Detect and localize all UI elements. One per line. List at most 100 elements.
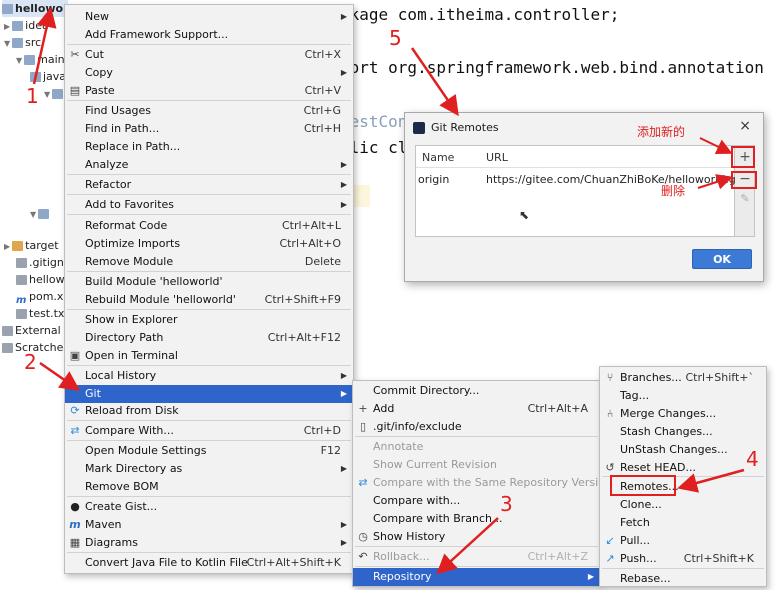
menu-item-add-to-favorites[interactable]: Add to Favorites ▶: [65, 196, 353, 214]
menu-item-copy[interactable]: Copy ▶: [65, 64, 353, 82]
menu-item-remove-bom[interactable]: Remove BOM: [65, 478, 353, 496]
menu-item-rollback[interactable]: ↶ Rollback... Ctrl+Alt+Z: [353, 548, 600, 566]
git-remotes-dialog: Git Remotes × Name URL origin https://gi…: [404, 112, 764, 282]
annotation-add-new: 添加新的: [637, 125, 686, 139]
menu-item-label: Show Current Revision: [373, 458, 497, 471]
menu-item-compare-with-branch[interactable]: Compare with Branch...: [353, 510, 600, 528]
menu-item-label: Compare with...: [373, 494, 461, 507]
menu-separator: [67, 100, 351, 101]
menu-item-convert-java-file-to-kotlin-file[interactable]: Convert Java File to Kotlin File Ctrl+Alt…: [65, 554, 353, 572]
menu-item-rebase[interactable]: Rebase...: [600, 570, 766, 588]
menu-item-paste[interactable]: ▤ Paste Ctrl+V: [65, 82, 353, 100]
menu-separator: [355, 566, 598, 567]
menu-item-show-history[interactable]: ◷ Show History: [353, 528, 600, 546]
menu-item-shortcut: Ctrl+Shift+F9: [264, 293, 341, 306]
menu-item-merge-changes[interactable]: ⑃ Merge Changes...: [600, 405, 766, 423]
menu-item-open-in-terminal[interactable]: ▣ Open in Terminal: [65, 347, 353, 365]
menu-item-directory-path[interactable]: Directory Path Ctrl+Alt+F12: [65, 329, 353, 347]
menu-item-show-in-explorer[interactable]: Show in Explorer: [65, 311, 353, 329]
menu-item-label: Build Module 'helloworld': [85, 275, 223, 288]
menu-item-label: UnStash Changes...: [620, 443, 728, 456]
menu-item-new[interactable]: New ▶: [65, 8, 353, 26]
menu-item-refactor[interactable]: Refactor ▶: [65, 176, 353, 194]
reload-icon: ⟳: [70, 404, 80, 417]
menu-item-commit-directory[interactable]: Commit Directory...: [353, 382, 600, 400]
menu-item-branches[interactable]: ⑂ Branches... Ctrl+Shift+`: [600, 369, 766, 387]
menu-item-find-in-path[interactable]: Find in Path... Ctrl+H: [65, 120, 353, 138]
menu-item-pull[interactable]: ↙ Pull...: [600, 532, 766, 550]
menu-item-push[interactable]: ↗ Push... Ctrl+Shift+K: [600, 550, 766, 568]
tree-item-java[interactable]: java: [30, 68, 66, 85]
menu-item-open-module-settings[interactable]: Open Module Settings F12: [65, 442, 353, 460]
menu-item-maven[interactable]: m Maven ▶: [65, 516, 353, 534]
clock-icon: ◷: [358, 530, 368, 543]
menu-item-label: Commit Directory...: [373, 384, 480, 397]
folder-icon: [12, 38, 24, 48]
menu-item-stash-changes[interactable]: Stash Changes...: [600, 423, 766, 441]
submenu-arrow-icon: ▶: [340, 68, 347, 77]
tree-root[interactable]: helloworld: [2, 0, 80, 17]
git-submenu: Commit Directory... + Add Ctrl+Alt+A ▯ .git/i…: [352, 380, 612, 587]
tree-item-package[interactable]: ▼: [44, 85, 65, 102]
branch-icon: ⑂: [606, 371, 614, 384]
menu-item-compare-with[interactable]: Compare with...: [353, 492, 600, 510]
submenu-arrow-icon: ▶: [340, 538, 347, 547]
menu-item-local-history[interactable]: Local History ▶: [65, 367, 353, 385]
menu-item-label: Find in Path...: [85, 122, 160, 135]
folder-icon: [12, 21, 24, 31]
scissors-icon: ✂: [70, 48, 80, 61]
menu-item-label: Remove BOM: [85, 480, 159, 493]
edit-remote-button[interactable]: ✎: [738, 192, 752, 206]
menu-item-show-current-revision[interactable]: Show Current Revision: [353, 456, 600, 474]
menu-item-fetch[interactable]: Fetch: [600, 514, 766, 532]
ok-button[interactable]: OK: [692, 249, 752, 269]
scratches-icon: [2, 343, 13, 353]
menu-item-compare-with-the-same-repository-version[interactable]: ⇄ Compare with the Same Repository Versio…: [353, 474, 612, 492]
menu-item-git-info-exclude[interactable]: ▯ .git/info/exclude: [353, 418, 600, 436]
menu-item-analyze[interactable]: Analyze ▶: [65, 156, 353, 174]
menu-item-add[interactable]: + Add Ctrl+Alt+A: [353, 400, 600, 418]
menu-item-create-gist[interactable]: ● Create Gist...: [65, 498, 353, 516]
menu-item-cut[interactable]: ✂ Cut Ctrl+X: [65, 46, 353, 64]
menu-item-build-module-helloworld[interactable]: Build Module 'helloworld': [65, 273, 353, 291]
folder-icon: [2, 4, 13, 14]
menu-item-unstash-changes[interactable]: UnStash Changes...: [600, 441, 766, 459]
menu-item-shortcut: Ctrl+Alt+Shift+K: [246, 556, 341, 569]
menu-item-shortcut: Ctrl+D: [303, 424, 341, 437]
folder-icon: [38, 209, 50, 219]
menu-item-optimize-imports[interactable]: Optimize Imports Ctrl+Alt+O: [65, 235, 353, 253]
menu-item-mark-directory-as[interactable]: Mark Directory as ▶: [65, 460, 353, 478]
tree-item-src[interactable]: ▼ src: [4, 34, 41, 51]
menu-item-add-framework-support[interactable]: Add Framework Support...: [65, 26, 353, 44]
menu-item-label: Rebase...: [620, 572, 671, 585]
menu-item-compare-with[interactable]: ⇄ Compare With... Ctrl+D: [65, 422, 353, 440]
menu-item-remove-module[interactable]: Remove Module Delete: [65, 253, 353, 271]
tree-item-test[interactable]: test.txt: [16, 305, 69, 322]
folder-icon: [12, 241, 24, 251]
menu-item-shortcut: Ctrl+Alt+A: [527, 402, 588, 415]
menu-item-reload-from-disk[interactable]: ⟳ Reload from Disk: [65, 402, 353, 420]
menu-item-annotate[interactable]: Annotate: [353, 438, 600, 456]
file-icon: [16, 275, 27, 285]
menu-item-label: Compare With...: [85, 424, 174, 437]
maven-icon: m: [16, 295, 27, 306]
menu-separator: [67, 420, 351, 421]
menu-item-replace-in-path[interactable]: Replace in Path...: [65, 138, 353, 156]
submenu-arrow-icon: ▶: [340, 520, 347, 529]
menu-item-find-usages[interactable]: Find Usages Ctrl+G: [65, 102, 353, 120]
menu-item-reformat-code[interactable]: Reformat Code Ctrl+Alt+L: [65, 217, 353, 235]
close-icon[interactable]: ×: [739, 118, 751, 134]
menu-item-shortcut: Delete: [304, 255, 341, 268]
maven-icon: m: [69, 518, 81, 531]
tree-item-target[interactable]: ▶ target: [4, 237, 59, 254]
menu-item-diagrams[interactable]: ▦ Diagrams ▶: [65, 534, 353, 552]
menu-item-tag[interactable]: Tag...: [600, 387, 766, 405]
tree-item-resources[interactable]: ▼: [30, 205, 51, 222]
menu-item-repository[interactable]: Repository ▶: [353, 568, 600, 586]
tree-item-idea[interactable]: ▶ idea: [4, 17, 49, 34]
menu-item-git[interactable]: Git ▶: [65, 385, 353, 403]
menu-item-clone[interactable]: Clone...: [600, 496, 766, 514]
menu-item-label: Rollback...: [373, 550, 430, 563]
tree-item-main[interactable]: ▼ main: [16, 51, 65, 68]
menu-item-rebuild-module-helloworld[interactable]: Rebuild Module 'helloworld' Ctrl+Shift+F9: [65, 291, 353, 309]
